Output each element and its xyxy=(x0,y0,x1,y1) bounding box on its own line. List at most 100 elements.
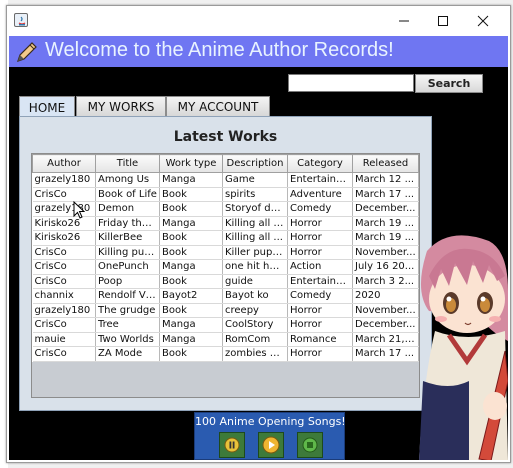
table-row[interactable]: CrisCo Tree Manga CoolStory Horror December..… xyxy=(32,317,419,333)
minimize-button[interactable] xyxy=(382,6,426,36)
search-input[interactable] xyxy=(288,74,414,92)
play-button[interactable] xyxy=(258,432,284,458)
cell-category[interactable]: Entertainm... xyxy=(287,172,353,188)
cell-category[interactable]: Horror xyxy=(287,216,353,231)
cell-description[interactable]: spirits xyxy=(222,187,288,202)
table-row[interactable]: Kirisko26 KillerBee Book Killing all ... Hor… xyxy=(32,230,419,246)
cell-work-type[interactable]: Book xyxy=(159,230,223,246)
cell-title[interactable]: Killing pup... xyxy=(95,245,160,260)
cell-category[interactable]: Adventure xyxy=(287,187,353,202)
cell-description[interactable]: guide xyxy=(222,274,288,289)
cell-description[interactable]: zombies o... xyxy=(222,346,288,362)
pause-button[interactable] xyxy=(219,432,245,458)
cell-author[interactable]: CrisCo xyxy=(32,274,96,289)
tab-my-account[interactable]: MY ACCOUNT xyxy=(166,96,270,117)
table-row[interactable]: CrisCo Book of Life Book spirits Adventure Ma… xyxy=(32,187,419,202)
cell-description[interactable]: one hit hero xyxy=(222,259,288,275)
cell-work-type[interactable]: Book xyxy=(159,346,223,362)
table-row[interactable]: CrisCo Killing pup... Book Killer pupp... Ho… xyxy=(32,245,419,260)
table-row[interactable]: CrisCo ZA Mode Book zombies o... Horror March… xyxy=(32,346,419,362)
cell-released[interactable]: March 12 ... xyxy=(352,172,419,188)
cell-author[interactable]: CrisCo xyxy=(32,346,96,362)
cell-title[interactable]: The grudge xyxy=(95,303,160,318)
cell-title[interactable]: Friday the ... xyxy=(95,216,160,231)
search-button[interactable]: Search xyxy=(415,74,483,93)
tab-home[interactable]: HOME xyxy=(19,96,75,118)
cell-work-type[interactable]: Manga xyxy=(159,172,223,188)
column-header-description[interactable]: Description xyxy=(222,154,288,173)
cell-category[interactable]: Comedy xyxy=(287,288,353,304)
cell-description[interactable]: CoolStory xyxy=(222,317,288,333)
table-row[interactable]: CrisCo Poop Book guide Entertainm... March 3 … xyxy=(32,274,419,289)
cell-category[interactable]: Horror xyxy=(287,230,353,246)
cell-category[interactable]: Horror xyxy=(287,317,353,333)
cell-description[interactable]: RomCom xyxy=(222,332,288,347)
cell-title[interactable]: Among Us xyxy=(95,172,160,188)
cell-author[interactable]: CrisCo xyxy=(32,245,96,260)
cell-description[interactable]: Bayot ko xyxy=(222,288,288,304)
cell-released[interactable]: March 19 ... xyxy=(352,216,419,231)
column-header-category[interactable]: Category xyxy=(287,154,353,173)
table-row[interactable]: mauie Two Worlds Manga RomCom Romance March 2… xyxy=(32,332,419,347)
cell-work-type[interactable]: Book xyxy=(159,245,223,260)
cell-title[interactable]: OnePunch xyxy=(95,259,160,275)
cell-title[interactable]: Two Worlds xyxy=(95,332,160,347)
column-header-released[interactable]: Released xyxy=(352,154,419,173)
cell-work-type[interactable]: Book xyxy=(159,303,223,318)
latest-works-table-scroll[interactable]: Author Title Work type Description Categ… xyxy=(31,153,420,398)
cell-title[interactable]: Tree xyxy=(95,317,160,333)
column-header-title[interactable]: Title xyxy=(95,154,160,173)
table-row[interactable]: CrisCo OnePunch Manga one hit hero Action Jul… xyxy=(32,259,419,275)
cell-title[interactable]: KillerBee xyxy=(95,230,160,246)
cell-category[interactable]: Comedy xyxy=(287,201,353,217)
cell-description[interactable]: Storyof de... xyxy=(222,201,288,217)
cell-work-type[interactable]: Manga xyxy=(159,216,223,231)
table-row[interactable]: Kirisko26 Friday the ... Manga Killing all … xyxy=(32,216,419,231)
cell-title[interactable]: ZA Mode xyxy=(95,346,160,362)
cell-description[interactable]: Killer pupp... xyxy=(222,245,288,260)
cell-category[interactable]: Horror xyxy=(287,245,353,260)
table-row[interactable]: grazely180 The grudge Book creepy Horror Nove… xyxy=(32,303,419,318)
cell-author[interactable]: grazely180 xyxy=(32,201,96,217)
cell-title[interactable]: Rendolf Vi... xyxy=(95,288,160,304)
cell-work-type[interactable]: Book xyxy=(159,187,223,202)
cell-author[interactable]: Kirisko26 xyxy=(32,216,96,231)
cell-title[interactable]: Poop xyxy=(95,274,160,289)
cell-work-type[interactable]: Book xyxy=(159,274,223,289)
cell-released[interactable]: December... xyxy=(352,201,419,217)
cell-author[interactable]: grazely180 xyxy=(32,303,96,318)
cell-title[interactable]: Demon xyxy=(95,201,160,217)
column-header-work-type[interactable]: Work type xyxy=(159,154,223,173)
maximize-button[interactable] xyxy=(421,6,465,36)
table-row[interactable]: grazely180 Among Us Manga Game Entertainm...… xyxy=(32,172,419,188)
cell-title[interactable]: Book of Life xyxy=(95,187,160,202)
stop-button[interactable] xyxy=(297,432,323,458)
tab-my-works[interactable]: MY WORKS xyxy=(76,96,166,117)
cell-category[interactable]: Entertainm... xyxy=(287,274,353,289)
cell-author[interactable]: CrisCo xyxy=(32,317,96,333)
cell-work-type[interactable]: Manga xyxy=(159,317,223,333)
close-button[interactable] xyxy=(461,6,505,36)
column-header-author[interactable]: Author xyxy=(32,154,96,173)
cell-category[interactable]: Horror xyxy=(287,346,353,362)
cell-author[interactable]: mauie xyxy=(32,332,96,347)
cell-author[interactable]: channix xyxy=(32,288,96,304)
cell-category[interactable]: Horror xyxy=(287,303,353,318)
cell-released[interactable]: March 17 ... xyxy=(352,187,419,202)
cell-author[interactable]: Kirisko26 xyxy=(32,230,96,246)
table-row[interactable]: channix Rendolf Vi... Bayot2 Bayot ko Comedy… xyxy=(32,288,419,304)
cell-work-type[interactable]: Manga xyxy=(159,332,223,347)
cell-author[interactable]: grazely180 xyxy=(32,172,96,188)
cell-description[interactable]: Killing all t... xyxy=(222,216,288,231)
cell-work-type[interactable]: Bayot2 xyxy=(159,288,223,304)
cell-description[interactable]: creepy xyxy=(222,303,288,318)
cell-description[interactable]: Killing all ... xyxy=(222,230,288,246)
cell-author[interactable]: CrisCo xyxy=(32,187,96,202)
cell-author[interactable]: CrisCo xyxy=(32,259,96,275)
cell-work-type[interactable]: Manga xyxy=(159,259,223,275)
cell-category[interactable]: Romance xyxy=(287,332,353,347)
cell-category[interactable]: Action xyxy=(287,259,353,275)
cell-work-type[interactable]: Book xyxy=(159,201,223,217)
cell-description[interactable]: Game xyxy=(222,172,288,188)
table-row[interactable]: grazely180 Demon Book Storyof de... Comedy De… xyxy=(32,201,419,217)
